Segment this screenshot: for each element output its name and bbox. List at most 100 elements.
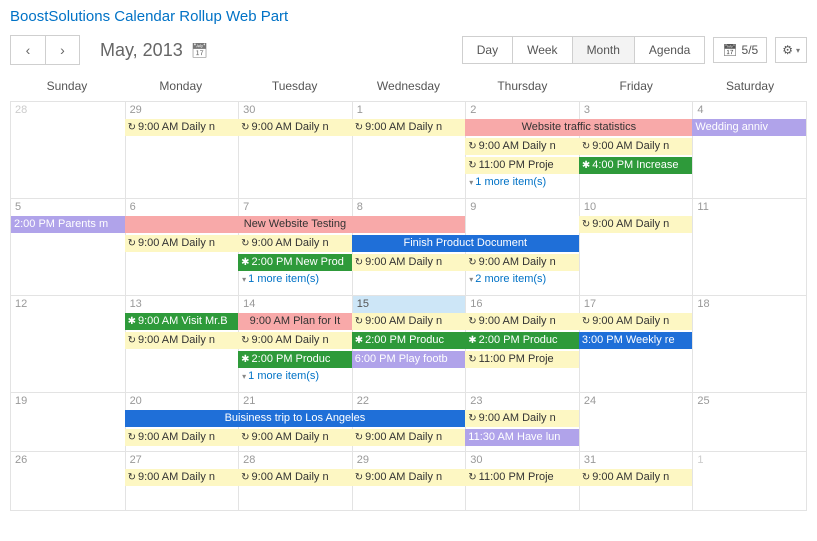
event[interactable]: ↻9:00 AM Daily n — [125, 429, 239, 446]
event[interactable]: ✱2:00 PM New Prod — [238, 254, 352, 271]
event[interactable]: ✱2:00 PM Produc — [465, 332, 579, 349]
date-number: 22 — [353, 393, 466, 410]
event[interactable]: ✱4:00 PM Increase — [579, 157, 693, 174]
event-label: 9:00 AM Daily n — [365, 471, 442, 483]
event[interactable]: ↻9:00 AM Daily n — [352, 429, 466, 446]
events-overlay: ✱9:00 AM Visit Mr.B9:00 AM Plan for It↻9… — [11, 313, 806, 389]
nav-buttons: ‹ › — [10, 35, 80, 65]
event[interactable]: ↻9:00 AM Daily n — [238, 332, 352, 349]
event[interactable]: ↻9:00 AM Daily n — [238, 119, 352, 136]
event[interactable]: ↻9:00 AM Daily n — [352, 469, 466, 486]
event-type-icon: ✱ — [241, 351, 249, 368]
event-label: Website traffic statistics — [522, 121, 637, 133]
tab-month[interactable]: Month — [572, 37, 634, 63]
next-button[interactable]: › — [45, 36, 79, 64]
recurring-icon: ↻ — [582, 313, 590, 330]
more-items-link[interactable]: ▾1 more item(s) — [238, 273, 352, 285]
event[interactable]: Buisiness trip to Los Angeles — [125, 410, 466, 427]
event[interactable]: ↻9:00 AM Daily n — [238, 469, 352, 486]
event[interactable]: 9:00 AM Plan for It — [238, 313, 352, 330]
event-label: 9:00 AM Daily n — [479, 412, 556, 424]
event-label: 9:00 AM Daily n — [252, 334, 329, 346]
tab-agenda[interactable]: Agenda — [634, 37, 704, 63]
event[interactable]: 11:30 AM Have lun — [465, 429, 579, 446]
settings-button[interactable]: ⚙ ▾ — [775, 37, 807, 63]
event[interactable]: Finish Product Document — [352, 235, 579, 252]
date-number: 6 — [126, 199, 239, 216]
event[interactable]: ↻9:00 AM Daily n — [125, 235, 239, 252]
event[interactable]: ✱2:00 PM Produc — [238, 351, 352, 368]
tab-day[interactable]: Day — [463, 37, 512, 63]
more-items-link[interactable]: ▾2 more item(s) — [465, 273, 579, 285]
event[interactable]: ↻11:00 PM Proje — [465, 351, 579, 368]
event[interactable]: ↻9:00 AM Daily n — [238, 235, 352, 252]
event-row: Buisiness trip to Los Angeles↻9:00 AM Da… — [11, 410, 806, 428]
event-type-icon: ✱ — [582, 157, 590, 174]
event[interactable]: 2:00 PM Parents m — [11, 216, 125, 233]
calendar-icon[interactable]: 📅︎ — [191, 42, 209, 59]
date-number: 30 — [239, 102, 352, 119]
event[interactable]: 3:00 PM Weekly re — [579, 332, 693, 349]
event[interactable]: ↻9:00 AM Daily n — [352, 119, 466, 136]
event[interactable]: ↻9:00 AM Daily n — [352, 313, 466, 330]
tab-week[interactable]: Week — [512, 37, 571, 63]
event-label: 11:00 PM Proje — [479, 159, 554, 171]
calendar-grid: 2829301234↻9:00 AM Daily n↻9:00 AM Daily… — [10, 101, 807, 511]
event[interactable]: ✱9:00 AM Visit Mr.B — [125, 313, 239, 330]
date-number: 4 — [693, 102, 806, 119]
event-label: 6:00 PM Play footb — [355, 353, 448, 365]
event-row: ↻9:00 AM Daily n↻9:00 AM Daily n — [11, 138, 806, 156]
day-header: Tuesday — [238, 73, 352, 101]
event-label: 9:00 AM Daily n — [138, 471, 215, 483]
event[interactable]: ↻11:00 PM Proje — [465, 157, 579, 174]
date-number: 15 — [353, 296, 466, 313]
event[interactable]: New Website Testing — [125, 216, 466, 233]
event[interactable]: ↻9:00 AM Daily n — [465, 410, 579, 427]
event[interactable]: ↻9:00 AM Daily n — [125, 469, 239, 486]
date-number: 20 — [126, 393, 239, 410]
event-label: 2:00 PM Produc — [365, 334, 444, 346]
recurring-icon: ↻ — [468, 351, 476, 368]
event[interactable]: ↻9:00 AM Daily n — [125, 332, 239, 349]
page-title: BoostSolutions Calendar Rollup Web Part — [10, 8, 807, 25]
more-items-link[interactable]: ▾1 more item(s) — [465, 176, 579, 188]
date-number: 12 — [11, 296, 125, 313]
event[interactable]: ↻9:00 AM Daily n — [465, 254, 579, 271]
event-label: New Website Testing — [244, 218, 346, 230]
event-label: 9:00 AM Daily n — [365, 431, 442, 443]
date-number: 31 — [580, 452, 693, 469]
event[interactable]: ↻9:00 AM Daily n — [238, 429, 352, 446]
event[interactable]: ↻9:00 AM Daily n — [579, 216, 693, 233]
date-number: 24 — [580, 393, 693, 410]
event[interactable]: 6:00 PM Play footb — [352, 351, 466, 368]
event[interactable]: Website traffic statistics — [465, 119, 692, 136]
date-number: 5 — [11, 199, 125, 216]
event-row: ▾1 more item(s) — [11, 176, 806, 194]
event-label: 11:00 PM Proje — [479, 353, 554, 365]
event-label: 9:00 AM Daily n — [252, 471, 329, 483]
event[interactable]: ↻9:00 AM Daily n — [465, 138, 579, 155]
more-items-link[interactable]: ▾1 more item(s) — [238, 370, 352, 382]
event[interactable]: ↻9:00 AM Daily n — [465, 313, 579, 330]
event[interactable]: ↻9:00 AM Daily n — [125, 119, 239, 136]
date-number: 11 — [693, 199, 806, 216]
month-label: May, 2013 📅︎ — [100, 40, 209, 61]
event[interactable]: ✱2:00 PM Produc — [352, 332, 466, 349]
event[interactable]: ↻9:00 AM Daily n — [579, 313, 693, 330]
event-label: 9:00 AM Daily n — [479, 140, 556, 152]
event[interactable]: Wedding anniv — [692, 119, 806, 136]
prev-button[interactable]: ‹ — [11, 36, 45, 64]
event-row: ✱2:00 PM Produc6:00 PM Play footb ↻11:00 … — [11, 351, 806, 369]
event-label: 2:00 PM Parents m — [14, 218, 108, 230]
event-label: 9:00 AM Plan for It — [250, 315, 341, 327]
event[interactable]: ↻9:00 AM Daily n — [352, 254, 466, 271]
recurring-icon: ↻ — [355, 429, 363, 446]
event[interactable]: ↻9:00 AM Daily n — [579, 469, 693, 486]
event-label: 9:00 AM Daily n — [138, 121, 215, 133]
date-number: 23 — [466, 393, 579, 410]
calendar-count[interactable]: 📅︎ 5/5 — [713, 37, 767, 63]
event[interactable]: ↻11:00 PM Proje — [465, 469, 579, 486]
date-number: 3 — [580, 102, 693, 119]
date-number: 19 — [11, 393, 125, 410]
event[interactable]: ↻9:00 AM Daily n — [579, 138, 693, 155]
